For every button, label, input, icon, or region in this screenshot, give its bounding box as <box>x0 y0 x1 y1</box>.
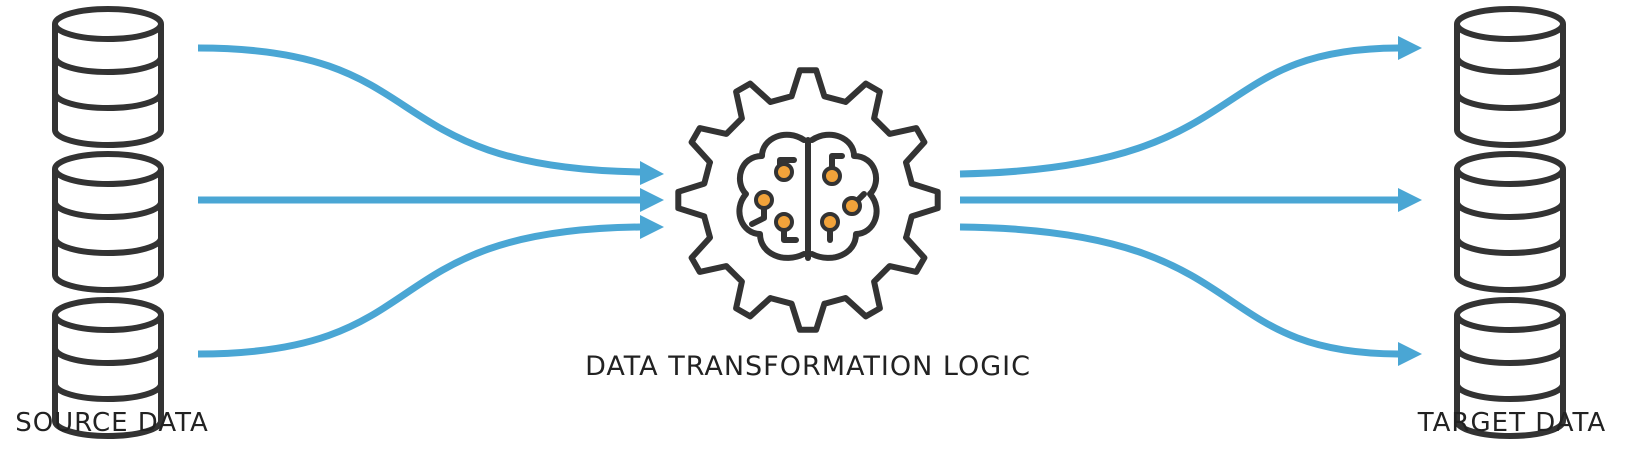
source-data-label: SOURCE DATA <box>15 408 209 438</box>
outgoing-flows <box>959 36 1422 366</box>
outgoing-arrowhead-middle <box>1398 188 1422 212</box>
circuit-node <box>842 196 862 216</box>
incoming-flow-bottom <box>197 223 641 358</box>
outgoing-arrowhead-bottom <box>1398 342 1422 366</box>
incoming-arrowhead-bottom <box>640 215 664 239</box>
incoming-arrowhead-top <box>640 161 664 185</box>
circuit-node <box>774 162 794 182</box>
outgoing-flow-top <box>959 44 1401 178</box>
circuit-node <box>822 166 842 186</box>
source-databases <box>55 9 161 436</box>
outgoing-arrowhead-top <box>1398 36 1422 60</box>
circuit-node <box>774 212 794 232</box>
circuit-node <box>754 190 774 210</box>
incoming-flows <box>197 44 664 358</box>
target-databases <box>1457 9 1563 436</box>
incoming-arrowhead-middle <box>640 188 664 212</box>
data-pipeline-diagram: SOURCE DATA DATA TRANSFORMATION LOGIC TA… <box>15 0 1606 466</box>
source-database-icon-2 <box>55 154 161 290</box>
source-database-icon-1 <box>55 9 161 145</box>
gear-brain-icon <box>675 67 941 333</box>
transformation-logic-label: DATA TRANSFORMATION LOGIC <box>585 351 1031 382</box>
incoming-flow-top <box>197 44 641 176</box>
target-database-icon-2 <box>1457 154 1563 290</box>
outgoing-flow-bottom <box>959 223 1401 358</box>
circuit-node <box>820 212 840 232</box>
target-database-icon-1 <box>1457 9 1563 145</box>
target-data-label: TARGET DATA <box>1417 408 1606 438</box>
